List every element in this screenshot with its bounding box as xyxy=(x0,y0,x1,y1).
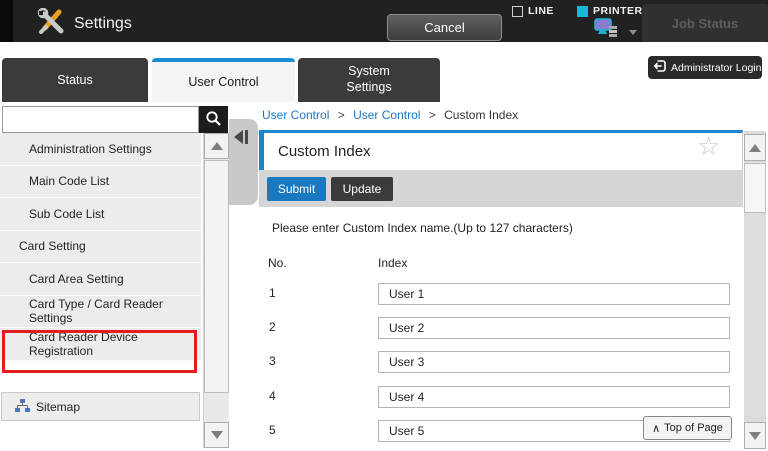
index-input-3[interactable] xyxy=(378,351,730,373)
submit-button[interactable]: Submit xyxy=(267,177,326,201)
line-label: LINE xyxy=(528,5,554,17)
app-title: Settings xyxy=(74,14,132,32)
sidebar-item-label: Card Setting xyxy=(19,239,86,254)
sidebar-item-card-type-card-reader-settings[interactable]: Card Type / Card Reader Settings xyxy=(0,295,201,328)
page-title-panel: Custom Index xyxy=(259,130,743,170)
breadcrumb-link-user-control-2[interactable]: User Control xyxy=(353,108,420,122)
index-input-4[interactable] xyxy=(378,386,730,408)
sidebar-scroll-up-button[interactable] xyxy=(204,133,229,159)
sidebar-item-main-code-list[interactable]: Main Code List xyxy=(0,165,201,198)
administrator-login-label: Administrator Login xyxy=(671,61,762,74)
main-scroll-down-button[interactable] xyxy=(744,422,766,449)
breadcrumb: User Control > User Control > Custom Ind… xyxy=(262,108,518,122)
tab-user-control-label: User Control xyxy=(188,75,259,89)
printer-status-square xyxy=(577,5,588,17)
sidebar-item-card-setting[interactable]: Card Setting xyxy=(0,230,201,263)
index-input-2[interactable] xyxy=(378,317,730,339)
search-button[interactable] xyxy=(199,106,228,133)
sidebar-nav-list: Administration Settings Main Code List S… xyxy=(0,133,201,361)
tab-system-settings[interactable]: System Settings xyxy=(298,58,440,102)
arrow-up-icon xyxy=(210,142,223,150)
collapse-bar-icon xyxy=(245,130,248,144)
line-indicator[interactable]: LINE xyxy=(512,5,554,17)
line-checkbox[interactable] xyxy=(512,5,523,17)
printer-label: PRINTER xyxy=(593,5,643,17)
printer-indicator: PRINTER xyxy=(577,5,643,17)
breadcrumb-link-user-control-1[interactable]: User Control xyxy=(262,108,329,122)
cancel-button[interactable]: Cancel xyxy=(387,14,502,41)
arrow-down-icon xyxy=(749,431,761,440)
row-number-1: 1 xyxy=(269,286,276,300)
sidebar-item-label: Administration Settings xyxy=(29,141,152,156)
job-status-button[interactable]: Job Status xyxy=(642,4,768,42)
row-number-5: 5 xyxy=(269,423,276,437)
top-bar-edge xyxy=(0,0,13,42)
tab-status[interactable]: Status xyxy=(2,58,148,102)
sidebar-item-label: Card Area Setting xyxy=(29,271,124,286)
page-title: Custom Index xyxy=(278,143,371,160)
sitemap-icon xyxy=(15,398,30,415)
sidebar-item-label: Card Type / Card Reader Settings xyxy=(29,297,163,326)
login-icon xyxy=(653,59,667,76)
sidebar-scroll-down-button[interactable] xyxy=(204,422,229,448)
sitemap-button[interactable]: Sitemap xyxy=(1,392,200,421)
printer-dropdown-arrow-icon[interactable] xyxy=(629,30,637,35)
settings-tools-icon xyxy=(36,7,66,39)
sidebar-scrollbar-thumb[interactable] xyxy=(204,160,229,393)
main-scroll-up-button[interactable] xyxy=(744,134,766,161)
row-number-2: 2 xyxy=(269,320,276,334)
collapse-left-icon xyxy=(234,130,243,144)
favorite-star-icon[interactable]: ☆ xyxy=(697,133,720,159)
top-of-page-label: Top of Page xyxy=(664,422,723,434)
search-icon xyxy=(205,110,222,130)
main-scrollbar[interactable] xyxy=(744,131,766,449)
administrator-login-button[interactable]: Administrator Login xyxy=(648,56,762,79)
tab-status-label: Status xyxy=(57,73,93,87)
caret-up-icon: ∧ xyxy=(652,422,661,435)
sidebar-collapse-handle[interactable] xyxy=(229,119,258,205)
annotation-highlight-box xyxy=(2,330,197,373)
settings-brand: Settings xyxy=(36,7,132,39)
row-number-4: 4 xyxy=(269,389,276,403)
top-of-page-button[interactable]: ∧ Top of Page xyxy=(643,416,732,440)
arrow-down-icon xyxy=(210,431,223,439)
sidebar-item-label: Sub Code List xyxy=(29,206,105,221)
sidebar-item-card-area-setting[interactable]: Card Area Setting xyxy=(0,263,201,296)
sidebar-item-label: Main Code List xyxy=(29,174,110,189)
tab-system-settings-label: System Settings xyxy=(346,64,392,94)
breadcrumb-current: Custom Index xyxy=(444,108,519,122)
sitemap-label: Sitemap xyxy=(36,399,81,414)
update-button[interactable]: Update xyxy=(331,177,393,201)
breadcrumb-separator: > xyxy=(428,108,436,122)
arrow-up-icon xyxy=(749,143,761,152)
printer-monitor-icon[interactable] xyxy=(594,18,620,44)
column-header-no: No. xyxy=(268,256,287,270)
sidebar-item-administration-settings[interactable]: Administration Settings xyxy=(0,133,201,166)
sidebar-scrollbar[interactable] xyxy=(203,133,229,448)
instruction-text: Please enter Custom Index name.(Up to 12… xyxy=(272,221,573,235)
search-input[interactable] xyxy=(2,106,199,133)
tab-user-control[interactable]: User Control xyxy=(152,58,295,102)
top-bar: Settings Cancel LINE PRINTER Job Status xyxy=(0,0,768,42)
row-number-3: 3 xyxy=(269,354,276,368)
index-input-1[interactable] xyxy=(378,283,730,305)
sidebar-item-sub-code-list[interactable]: Sub Code List xyxy=(0,198,201,231)
column-header-index: Index xyxy=(378,256,408,270)
breadcrumb-separator: > xyxy=(337,108,345,122)
main-scrollbar-thumb[interactable] xyxy=(744,163,766,213)
